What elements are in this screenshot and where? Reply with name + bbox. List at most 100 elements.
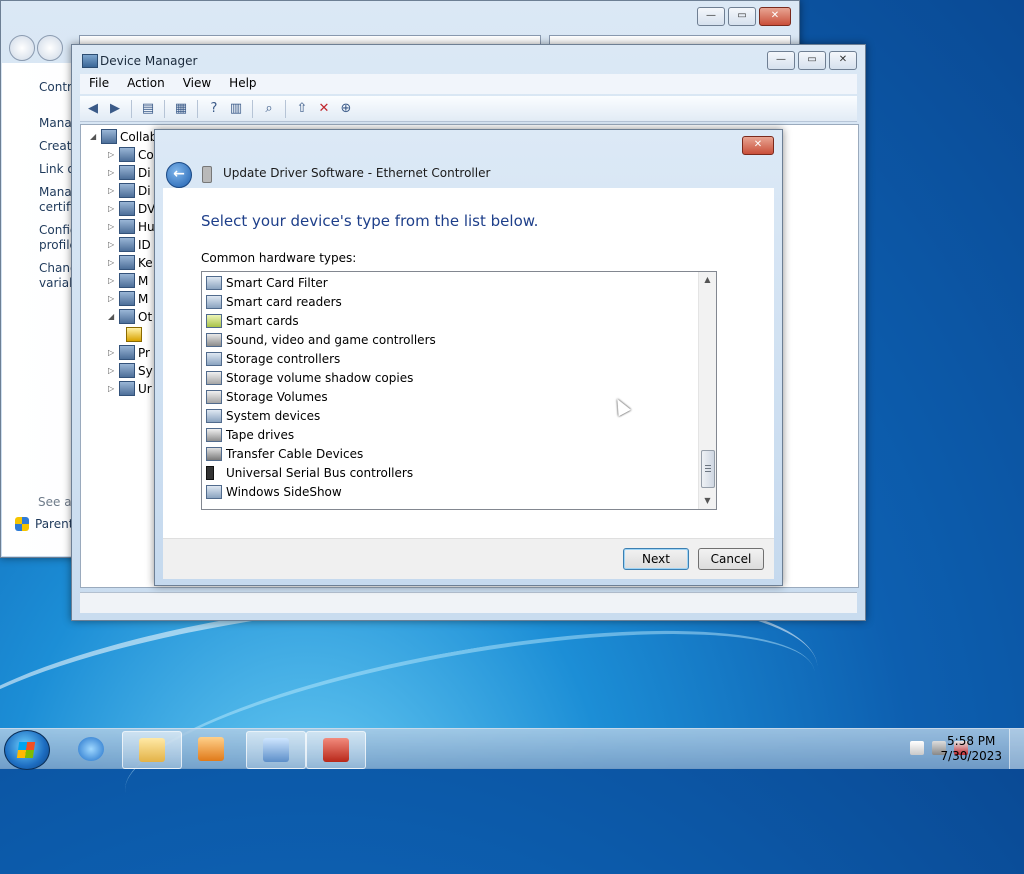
- minimize-button[interactable]: —: [697, 7, 725, 26]
- taskbar-media-player[interactable]: [182, 731, 240, 767]
- list-item[interactable]: Storage Volumes: [206, 387, 328, 406]
- scroll-up-icon[interactable]: ▲: [699, 272, 716, 288]
- list-item[interactable]: Storage volume shadow copies: [206, 368, 413, 387]
- tree-node[interactable]: ▷ Pr: [108, 345, 150, 360]
- tree-node[interactable]: ▷ Hu: [108, 219, 155, 234]
- tree-node[interactable]: ▷ Di: [108, 165, 151, 180]
- update-driver-icon[interactable]: ⇧: [293, 100, 311, 118]
- tree-node[interactable]: ▷ DV: [108, 201, 155, 216]
- back-arrow-button[interactable]: ←: [166, 162, 192, 188]
- properties-icon[interactable]: ▦: [172, 100, 190, 118]
- start-button[interactable]: [4, 730, 50, 770]
- update-driver-dialog[interactable]: ✕ ← Update Driver Software - Ethernet Co…: [154, 129, 783, 586]
- close-button[interactable]: ✕: [829, 51, 857, 70]
- list-item-label: Storage Volumes: [226, 389, 328, 404]
- scrollbar-thumb[interactable]: [701, 450, 715, 488]
- expand-icon[interactable]: ▷: [108, 204, 116, 213]
- tree-node[interactable]: ▷ M: [108, 273, 148, 288]
- forward-arrow-icon[interactable]: ▶: [106, 100, 124, 118]
- list-scrollbar[interactable]: ▲ ▼: [698, 272, 716, 509]
- taskbar-explorer[interactable]: [122, 731, 182, 769]
- expand-icon[interactable]: ▷: [108, 186, 116, 195]
- show-hide-console-icon[interactable]: ▤: [139, 100, 157, 118]
- cancel-button[interactable]: Cancel: [698, 548, 764, 570]
- expand-icon[interactable]: ▷: [108, 348, 116, 357]
- menu-view[interactable]: View: [174, 74, 220, 94]
- cp-link-link[interactable]: Link o: [39, 162, 75, 177]
- device-manager-icon: [82, 54, 98, 68]
- tree-node[interactable]: ▷ M: [108, 291, 148, 306]
- tree-node[interactable]: ◢ Ot: [108, 309, 152, 324]
- hardware-types-list[interactable]: Smart Card Filter Smart card readers Sma…: [201, 271, 717, 510]
- next-button[interactable]: Next: [623, 548, 689, 570]
- view-icon[interactable]: ▥: [227, 100, 245, 118]
- list-item[interactable]: Smart Card Filter: [206, 273, 328, 292]
- taskbar-ie[interactable]: [62, 731, 120, 767]
- tree-node[interactable]: ▷ Sy: [108, 363, 153, 378]
- back-nav-button[interactable]: [9, 35, 35, 61]
- taskbar-control-panel[interactable]: [246, 731, 306, 769]
- list-item[interactable]: System devices: [206, 406, 320, 425]
- clock[interactable]: 5:58 PM 7/30/2023: [940, 734, 1002, 764]
- scan-hardware-icon[interactable]: ⌕: [260, 100, 278, 118]
- toolbar-separator: [197, 99, 198, 118]
- maximize-button[interactable]: ▭: [798, 51, 826, 70]
- menu-file[interactable]: File: [80, 74, 118, 94]
- mouse-icon: [119, 273, 135, 288]
- tree-node[interactable]: ▷ Co: [108, 147, 154, 162]
- help-icon[interactable]: ?: [205, 100, 223, 118]
- list-item[interactable]: Storage controllers: [206, 349, 340, 368]
- list-item[interactable]: Universal Serial Bus controllers: [206, 463, 413, 482]
- collapse-icon[interactable]: ◢: [108, 312, 116, 321]
- tree-node[interactable]: ▷ Ur: [108, 381, 152, 396]
- tree-root[interactable]: ◢ Collab: [90, 129, 157, 144]
- enable-device-icon[interactable]: ⊕: [337, 100, 355, 118]
- expand-icon[interactable]: ▷: [108, 222, 116, 231]
- toolbox-icon: [323, 738, 349, 762]
- windows-logo-icon: [16, 742, 36, 758]
- uninstall-icon[interactable]: ✕: [315, 100, 333, 118]
- shield-icon: [15, 517, 29, 531]
- hid-icon: [119, 219, 135, 234]
- expand-icon[interactable]: ▷: [108, 366, 116, 375]
- tree-node-label: Di: [138, 165, 151, 180]
- scroll-down-icon[interactable]: ▼: [699, 493, 716, 509]
- expand-icon[interactable]: ▷: [108, 168, 116, 177]
- expand-icon[interactable]: ▷: [108, 384, 116, 393]
- expand-icon[interactable]: ▷: [108, 240, 116, 249]
- action-center-flag-icon[interactable]: [910, 741, 924, 755]
- list-item-label: Windows SideShow: [226, 484, 342, 499]
- parental-controls-link[interactable]: Parent: [15, 517, 73, 531]
- menu-help[interactable]: Help: [220, 74, 265, 94]
- expand-icon[interactable]: ▷: [108, 294, 116, 303]
- expand-icon[interactable]: ▷: [108, 150, 116, 159]
- expand-icon[interactable]: ▷: [108, 258, 116, 267]
- taskbar-device-manager[interactable]: [306, 731, 366, 769]
- expand-icon[interactable]: ▷: [108, 276, 116, 285]
- list-item[interactable]: Sound, video and game controllers: [206, 330, 436, 349]
- back-arrow-icon[interactable]: ◀: [84, 100, 102, 118]
- list-item[interactable]: Tape drives: [206, 425, 294, 444]
- maximize-button[interactable]: ▭: [728, 7, 756, 26]
- close-button[interactable]: ✕: [742, 136, 774, 155]
- list-item[interactable]: Transfer Cable Devices: [206, 444, 363, 463]
- list-item[interactable]: Windows SideShow: [206, 482, 342, 501]
- computer-icon: [119, 147, 135, 162]
- minimize-button[interactable]: —: [767, 51, 795, 70]
- tree-node[interactable]: ▷ Ke: [108, 255, 153, 270]
- forward-nav-button[interactable]: [37, 35, 63, 61]
- tree-node[interactable]: ▷ Di: [108, 183, 151, 198]
- tree-node-label: Di: [138, 183, 151, 198]
- list-item[interactable]: Smart card readers: [206, 292, 342, 311]
- smartcard-reader-icon: [206, 294, 222, 309]
- menu-action[interactable]: Action: [118, 74, 174, 94]
- tree-root-label: Collab: [120, 129, 158, 144]
- computer-icon: [101, 129, 117, 144]
- show-desktop-button[interactable]: [1009, 729, 1024, 769]
- usb-icon: [119, 381, 135, 396]
- tree-node[interactable]: ▷ ID: [108, 237, 151, 252]
- close-button[interactable]: ✕: [759, 7, 791, 26]
- list-item[interactable]: Smart cards: [206, 311, 299, 330]
- collapse-icon[interactable]: ◢: [90, 132, 98, 141]
- tree-node-ethernet[interactable]: [126, 327, 142, 342]
